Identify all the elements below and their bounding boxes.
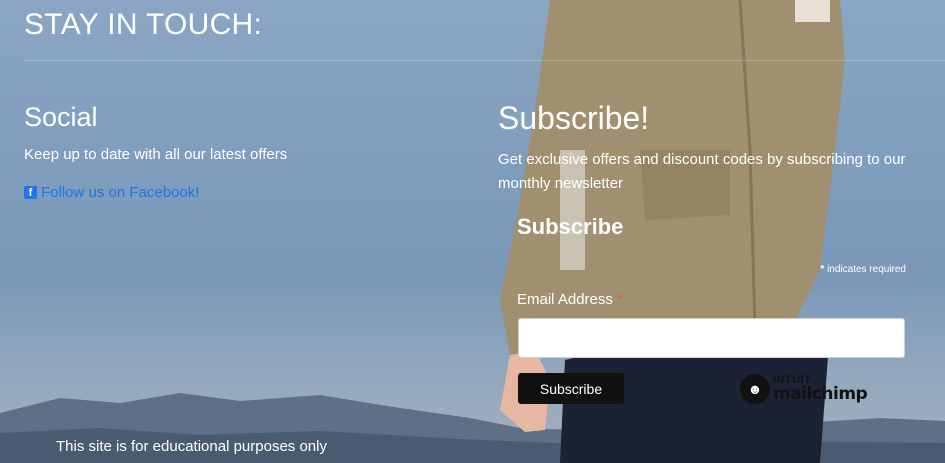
required-star: *	[820, 264, 825, 275]
facebook-link-label: Follow us on Facebook!	[41, 184, 200, 201]
facebook-icon: f	[24, 186, 37, 199]
social-heading: Social	[24, 102, 98, 132]
social-description: Keep up to date with all our latest offe…	[24, 146, 288, 163]
footer-note: This site is for educational purposes on…	[56, 438, 327, 455]
email-required-star: *	[617, 291, 623, 308]
page-title: STAY IN TOUCH:	[24, 8, 263, 41]
required-note: * indicates required	[820, 264, 906, 275]
subscribe-description: Get exclusive offers and discount codes …	[498, 151, 906, 192]
email-label: Email Address *	[517, 291, 623, 308]
mailchimp-wordmark: mailchimp	[773, 384, 868, 404]
form-title: Subscribe	[517, 214, 624, 239]
subscribe-button[interactable]: Subscribe	[518, 373, 624, 404]
required-note-text: indicates required	[827, 264, 906, 275]
divider	[24, 60, 945, 61]
facebook-link[interactable]: f Follow us on Facebook!	[24, 184, 199, 201]
email-field[interactable]	[518, 318, 905, 358]
subscribe-heading: Subscribe!	[498, 100, 650, 136]
mailchimp-logo[interactable]: ☻ INTUIT mailchimp	[740, 374, 868, 404]
email-label-text: Email Address	[517, 291, 613, 308]
mailchimp-logo-icon: ☻	[740, 374, 770, 404]
